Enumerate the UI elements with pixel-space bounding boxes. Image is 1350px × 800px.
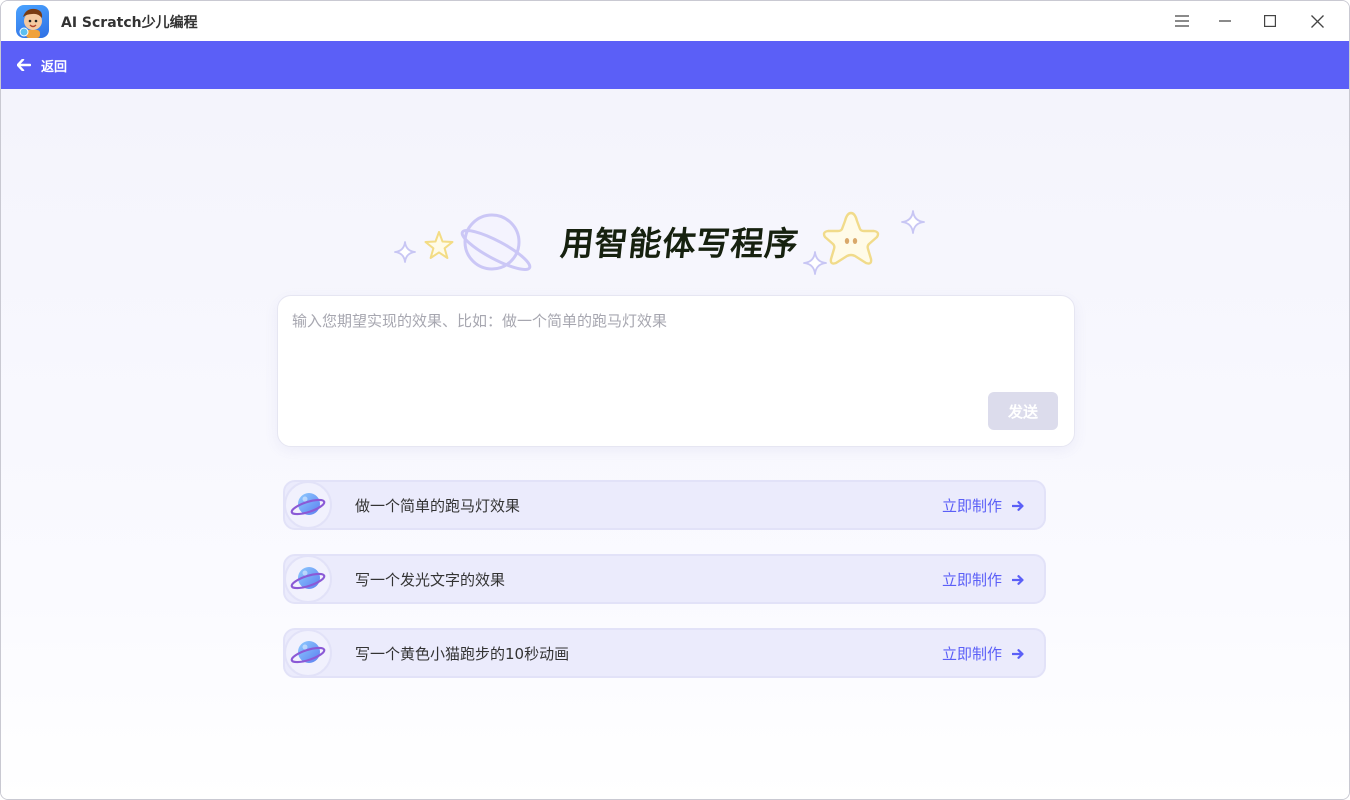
minimize-icon (1219, 20, 1231, 22)
main-content: 用智能体写程序 发送 (1, 89, 1349, 799)
planet-icon (290, 567, 326, 590)
hamburger-icon (1175, 15, 1189, 27)
sparkle-icon (394, 241, 416, 263)
suggestion-icon-container (284, 555, 332, 603)
smiling-star-icon (822, 211, 880, 265)
menu-button[interactable] (1159, 1, 1205, 41)
close-button[interactable] (1294, 1, 1340, 41)
close-icon (1310, 14, 1324, 28)
make-now-label: 立即制作 (941, 645, 1002, 663)
maximize-icon (1264, 15, 1276, 27)
suggestion-text: 写一个黄色小猫跑步的10秒动画 (355, 645, 570, 663)
star-icon (424, 231, 454, 259)
planet-decoration-icon (460, 213, 532, 272)
send-button[interactable]: 发送 (988, 392, 1058, 430)
planet-icon (290, 493, 326, 516)
arrow-right-icon (1012, 648, 1024, 659)
sparkle-icon (901, 210, 925, 234)
arrow-right-icon (1012, 500, 1024, 511)
suggestion-text: 写一个发光文字的效果 (355, 571, 506, 589)
maximize-button[interactable] (1247, 1, 1293, 41)
minimize-button[interactable] (1202, 1, 1248, 41)
suggestion-text: 做一个简单的跑马灯效果 (355, 497, 521, 515)
make-now-link[interactable]: 立即制作 (942, 569, 1024, 590)
nav-bar: 返回 (1, 41, 1349, 89)
suggestion-item[interactable]: 写一个发光文字的效果 立即制作 (283, 554, 1046, 604)
title-bar: AI Scratch少儿编程 (1, 1, 1349, 41)
suggestion-item[interactable]: 做一个简单的跑马灯效果 立即制作 (283, 480, 1046, 530)
app-logo-icon (16, 5, 49, 38)
suggestion-icon-container (284, 629, 332, 677)
suggestion-item[interactable]: 写一个黄色小猫跑步的10秒动画 立即制作 (283, 628, 1046, 678)
make-now-label: 立即制作 (941, 497, 1002, 515)
app-title: AI Scratch少儿编程 (61, 15, 198, 31)
arrow-right-icon (1012, 574, 1024, 585)
make-now-link[interactable]: 立即制作 (942, 495, 1024, 516)
app-window: AI Scratch少儿编程 返回 用智能体写程序 输入您期望实现的效果、比如：… (0, 0, 1350, 800)
make-now-link[interactable]: 立即制作 (942, 643, 1024, 664)
back-button[interactable]: 返回 (17, 41, 67, 89)
page-title: 用智能体写程序 (558, 224, 801, 263)
suggestion-icon-container (284, 481, 332, 529)
make-now-label: 立即制作 (941, 571, 1002, 589)
prompt-card: 发送 (277, 295, 1075, 447)
prompt-input[interactable] (292, 310, 1060, 390)
back-label: 返回 (41, 59, 68, 75)
arrow-left-icon (17, 59, 31, 71)
planet-icon (290, 641, 326, 664)
